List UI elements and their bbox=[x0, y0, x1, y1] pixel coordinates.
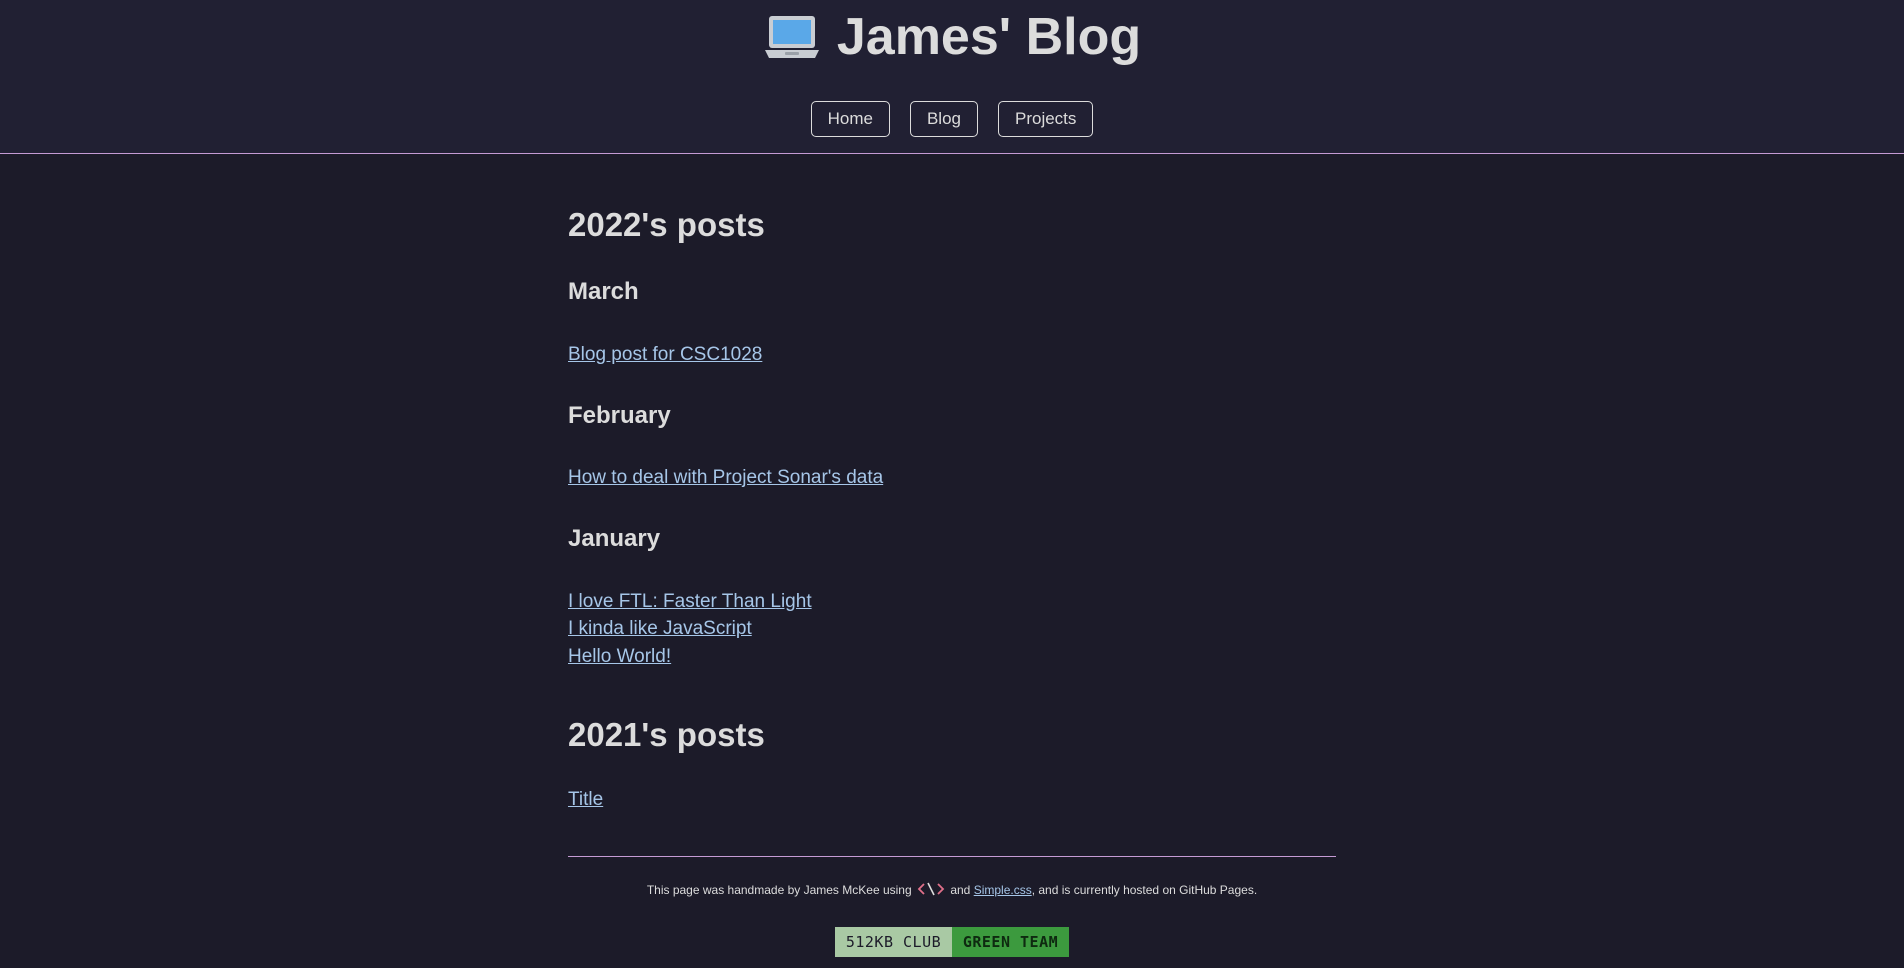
footer-divider bbox=[568, 856, 1336, 857]
footer-credit: This page was handmade by James McKee us… bbox=[0, 882, 1904, 897]
footer-text-after: , and is currently hosted on GitHub Page… bbox=[1031, 883, 1258, 897]
badge-left-label: 512KB CLUB bbox=[835, 927, 952, 957]
site-title: James' Blog bbox=[0, 6, 1904, 68]
site-header: James' Blog Home Blog Projects bbox=[0, 0, 1904, 154]
month-heading-march: March bbox=[568, 278, 639, 305]
code-icon bbox=[917, 882, 945, 896]
footer-text-before: This page was handmade by James McKee us… bbox=[646, 883, 915, 897]
main-nav: Home Blog Projects bbox=[0, 101, 1904, 137]
year-heading-2022: 2022's posts bbox=[568, 206, 765, 243]
badge-right-label: GREEN TEAM bbox=[952, 927, 1069, 957]
post-link[interactable]: Title bbox=[568, 789, 603, 811]
nav-projects-button[interactable]: Projects bbox=[997, 101, 1094, 137]
post-link[interactable]: Hello World! bbox=[568, 646, 671, 668]
site-title-text: James' Blog bbox=[836, 8, 1142, 66]
post-link[interactable]: How to deal with Project Sonar's data bbox=[568, 467, 883, 489]
nav-blog-button[interactable]: Blog bbox=[909, 101, 978, 137]
post-link[interactable]: I love FTL: Faster Than Light bbox=[568, 591, 812, 613]
simplecss-link[interactable]: Simple.css bbox=[974, 883, 1032, 897]
laptop-icon bbox=[764, 16, 819, 58]
nav-home-button[interactable]: Home bbox=[810, 101, 890, 137]
footer-text-and: and bbox=[946, 883, 974, 897]
post-link[interactable]: I kinda like JavaScript bbox=[568, 618, 752, 640]
month-heading-february: February bbox=[568, 402, 671, 429]
year-heading-2021: 2021's posts bbox=[568, 716, 765, 753]
512kb-club-badge[interactable]: 512KB CLUB GREEN TEAM bbox=[835, 927, 1069, 957]
month-heading-january: January bbox=[568, 525, 661, 552]
post-link[interactable]: Blog post for CSC1028 bbox=[568, 344, 762, 366]
